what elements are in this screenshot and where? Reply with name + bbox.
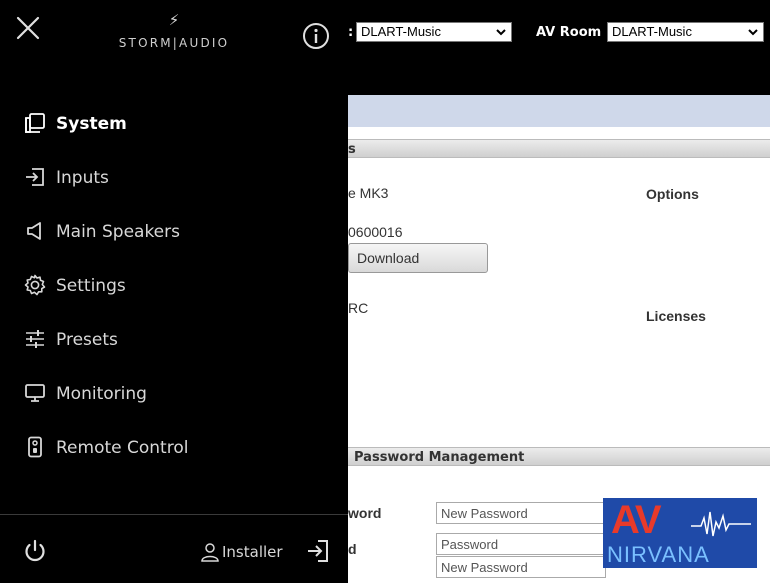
- sidebar-item-label: Monitoring: [56, 384, 147, 404]
- power-icon[interactable]: [22, 538, 48, 564]
- av-room-select-value: DLART-Music: [612, 24, 692, 39]
- sidebar-divider: [0, 514, 348, 515]
- user-role-label: Installer: [222, 543, 283, 561]
- top-bar: ⚡ STORM|AUDIO : DLART-Music AV Room : DL…: [0, 0, 770, 95]
- remote-icon: [28, 436, 42, 458]
- password-field[interactable]: Password: [436, 533, 606, 555]
- logo-wordmark: STORM|AUDIO: [118, 36, 230, 50]
- monitor-icon: [25, 384, 45, 402]
- watermark-nirvana-text: NIRVANA: [607, 542, 710, 567]
- user-icon: [201, 543, 219, 562]
- system-icon: [25, 113, 45, 133]
- new-password-field[interactable]: New Password: [436, 502, 606, 524]
- sliders-icon: [26, 330, 44, 348]
- sidebar-item-label: Inputs: [56, 168, 109, 188]
- sidebar-item-monitoring[interactable]: Monitoring: [24, 380, 324, 408]
- info-icon[interactable]: [302, 22, 330, 50]
- sidebar-item-label: Settings: [56, 276, 126, 296]
- chevron-down-icon: [748, 29, 758, 36]
- rc-text: RC: [348, 300, 369, 316]
- input-icon: [26, 168, 44, 186]
- av-nirvana-watermark: AV NIRVANA: [603, 498, 757, 568]
- logout-icon[interactable]: [305, 538, 331, 564]
- zone-selector-label: :: [348, 25, 354, 40]
- page-header-bar: [348, 95, 770, 127]
- sidebar-item-settings[interactable]: Settings: [24, 272, 324, 300]
- sidebar-item-system[interactable]: System: [24, 110, 324, 138]
- user-role: Installer: [200, 540, 290, 564]
- model-text: e MK3: [348, 185, 389, 201]
- sidebar-item-label: Presets: [56, 330, 118, 350]
- download-button[interactable]: Download: [348, 243, 488, 273]
- licenses-label: Licenses: [646, 308, 706, 324]
- speaker-icon: [27, 222, 41, 240]
- gear-icon: [24, 274, 46, 296]
- password-label: d: [348, 541, 357, 557]
- sidebar-item-presets[interactable]: Presets: [24, 326, 324, 354]
- sidebar-item-main-speakers[interactable]: Main Speakers: [24, 218, 324, 246]
- options-label: Options: [646, 186, 699, 202]
- password-section-header: Password Management: [348, 447, 770, 466]
- system-section-header: s: [348, 139, 770, 158]
- stormaudio-logo: ⚡ STORM|AUDIO: [112, 12, 236, 56]
- close-icon[interactable]: [14, 14, 42, 42]
- confirm-password-field[interactable]: New Password: [436, 556, 606, 578]
- sidebar-item-label: Remote Control: [56, 438, 189, 458]
- sidebar-item-remote-control[interactable]: Remote Control: [24, 434, 324, 462]
- zone-select[interactable]: DLART-Music: [356, 22, 512, 42]
- sidebar-item-label: Main Speakers: [56, 222, 180, 242]
- bolt-icon: ⚡: [168, 11, 180, 29]
- sidebar-item-inputs[interactable]: Inputs: [24, 164, 324, 192]
- new-password-label: word: [348, 505, 382, 521]
- sidebar-item-label: System: [56, 114, 127, 134]
- av-room-select[interactable]: DLART-Music: [607, 22, 764, 42]
- serial-text: 0600016: [348, 224, 403, 240]
- chevron-down-icon: [496, 29, 506, 36]
- zone-select-value: DLART-Music: [361, 24, 441, 39]
- av-room-label: AV Room :: [536, 25, 611, 40]
- waveform-icon: [691, 511, 751, 537]
- sidebar-menu: System Inputs Main Speakers Settings Pre…: [0, 95, 348, 583]
- watermark-av-text: AV: [611, 498, 662, 542]
